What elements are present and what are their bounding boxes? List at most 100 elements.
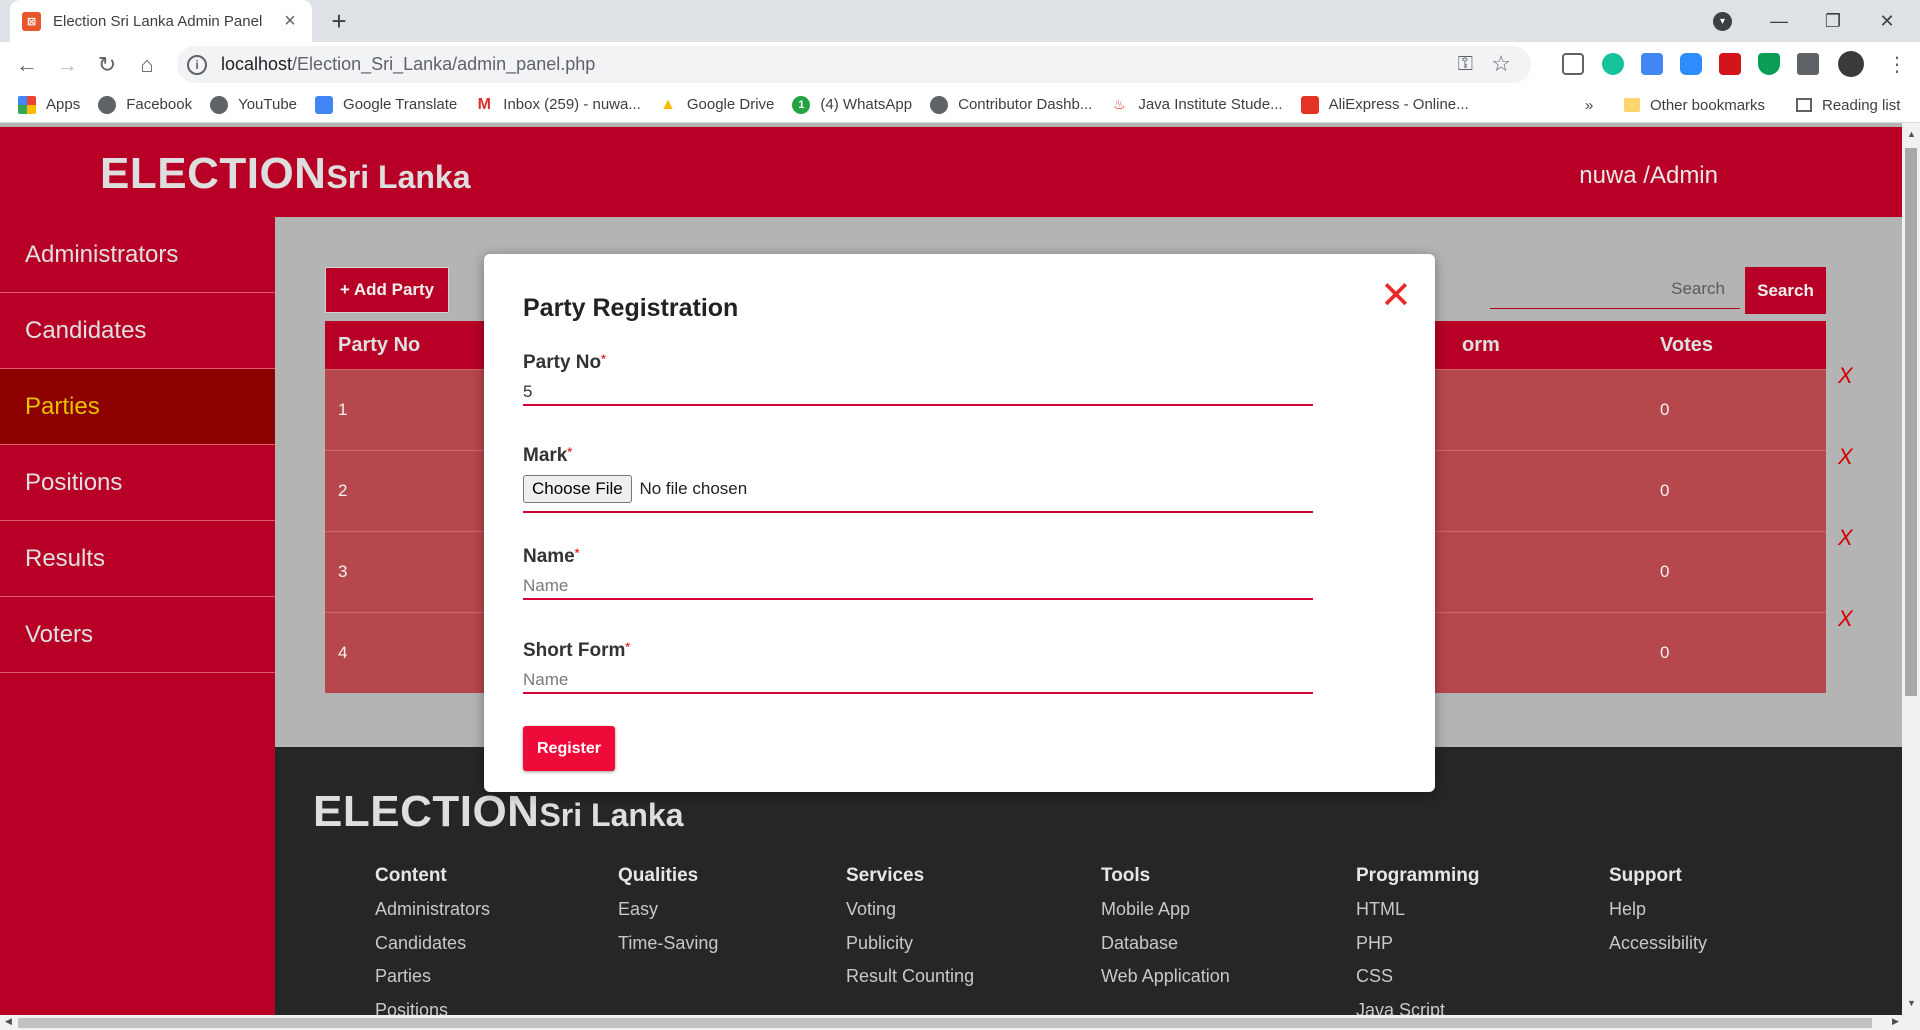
home-icon[interactable]: ⌂ — [130, 48, 164, 82]
modal-title: Party Registration — [523, 294, 739, 322]
column-header-party-no: Party No — [338, 333, 421, 356]
url-text: localhost/Election_Sri_Lanka/admin_panel… — [221, 54, 596, 74]
tab-search-icon[interactable]: ▾ — [1713, 12, 1732, 31]
bookmarks-bar: Apps Facebook YouTube Google Translate M… — [0, 87, 1920, 123]
footer-link[interactable]: Positions — [375, 1000, 490, 1016]
address-bar[interactable]: i localhost/Election_Sri_Lanka/admin_pan… — [177, 46, 1531, 83]
scroll-up-icon[interactable]: ▲ — [1907, 129, 1916, 139]
vertical-scroll-thumb[interactable] — [1905, 148, 1917, 696]
votes-cell: 0 — [1660, 481, 1670, 500]
sidebar-item-candidates[interactable]: Candidates — [0, 293, 275, 369]
footer-link[interactable]: Help — [1609, 899, 1707, 933]
footer-link[interactable]: Time-Saving — [618, 933, 718, 967]
reload-icon[interactable]: ↻ — [90, 48, 124, 82]
shield-extension-icon[interactable] — [1758, 53, 1780, 75]
sidebar-item-voters[interactable]: Voters — [0, 597, 275, 673]
delete-row-icon[interactable]: X — [1838, 606, 1853, 632]
bookmark-star-icon[interactable]: ☆ — [1491, 51, 1511, 77]
bookmark-item[interactable]: ▲ Google Drive — [658, 95, 774, 114]
aliexpress-icon — [1300, 95, 1319, 114]
other-bookmarks[interactable]: Other bookmarks — [1624, 87, 1765, 123]
scroll-down-icon[interactable]: ▼ — [1907, 998, 1916, 1008]
sidebar-item-results[interactable]: Results — [0, 521, 275, 597]
translate-extension-icon[interactable] — [1641, 53, 1663, 75]
footer-link[interactable]: Java Script — [1356, 1000, 1480, 1016]
footer-link[interactable]: Candidates — [375, 933, 490, 967]
apps-grid-icon — [18, 95, 36, 114]
close-icon[interactable]: ✕ — [1380, 273, 1412, 318]
delete-row-icon[interactable]: X — [1838, 444, 1853, 470]
bookmark-item[interactable]: AliExpress - Online... — [1300, 95, 1469, 114]
footer-link[interactable]: Publicity — [846, 933, 974, 967]
footer-link[interactable]: Database — [1101, 933, 1230, 967]
footer-column-tools: Tools Mobile App Database Web Applicatio… — [1101, 865, 1230, 1000]
browser-menu-icon[interactable]: ⋮ — [1880, 48, 1914, 82]
footer-link[interactable]: Parties — [375, 966, 490, 1000]
footer-link[interactable]: PHP — [1356, 933, 1480, 967]
mark-field: Mark* Choose File No file chosen — [523, 445, 1313, 513]
bookmark-item[interactable]: Facebook — [98, 95, 192, 114]
scroll-left-icon[interactable]: ◀ — [5, 1016, 12, 1027]
footer-link[interactable]: CSS — [1356, 966, 1480, 1000]
back-icon[interactable]: ← — [10, 48, 44, 82]
site-logo[interactable]: ELECTIONSri Lanka — [100, 149, 471, 199]
bookmark-item[interactable]: Google Translate — [315, 95, 457, 114]
globe-icon — [98, 95, 117, 114]
more-bookmarks-icon[interactable]: » — [1585, 87, 1593, 123]
extensions-puzzle-icon[interactable] — [1797, 53, 1819, 75]
scroll-right-icon[interactable]: ▶ — [1892, 1016, 1899, 1027]
footer-column-services: Services Voting Publicity Result Countin… — [846, 865, 974, 1000]
footer-link[interactable]: Accessibility — [1609, 933, 1707, 967]
bookmark-item[interactable]: Contributor Dashb... — [930, 95, 1092, 114]
footer-link[interactable]: Mobile App — [1101, 899, 1230, 933]
browser-tab[interactable]: ⊠ Election Sri Lanka Admin Panel × — [10, 0, 312, 42]
footer-link[interactable]: Administrators — [375, 899, 490, 933]
globe-icon — [210, 95, 229, 114]
delete-row-icon[interactable]: X — [1838, 363, 1853, 389]
votes-cell: 0 — [1660, 643, 1670, 662]
bookmark-item[interactable]: M Inbox (259) - nuwa... — [475, 95, 641, 114]
whatsapp-icon: 1 — [792, 95, 811, 114]
profile-avatar[interactable] — [1838, 51, 1864, 77]
bookmark-item[interactable]: 1 (4) WhatsApp — [792, 95, 912, 114]
minimize-icon[interactable]: — — [1756, 4, 1802, 38]
maximize-icon[interactable]: ❐ — [1810, 4, 1856, 38]
new-tab-icon[interactable]: + — [324, 6, 354, 36]
horizontal-scroll-thumb[interactable] — [18, 1018, 1872, 1028]
bookmark-item[interactable]: ♨ Java Institute Stude... — [1110, 95, 1283, 114]
window-close-icon[interactable]: ✕ — [1864, 4, 1910, 38]
reader-extension-icon[interactable] — [1562, 53, 1584, 75]
bookmark-item[interactable]: YouTube — [210, 95, 297, 114]
site-info-icon[interactable]: i — [187, 54, 207, 75]
footer-link[interactable]: Web Application — [1101, 966, 1230, 1000]
add-party-button[interactable]: + Add Party — [325, 267, 449, 313]
bookmark-item[interactable]: Apps — [18, 95, 80, 114]
party-no-input[interactable]: 5 — [523, 382, 1313, 406]
choose-file-button[interactable]: Choose File — [523, 475, 632, 503]
footer-link[interactable]: Easy — [618, 899, 718, 933]
delete-row-icon[interactable]: X — [1838, 525, 1853, 551]
register-button[interactable]: Register — [523, 726, 615, 771]
search-input[interactable]: Search — [1490, 269, 1740, 309]
column-header-votes: Votes — [1660, 333, 1713, 356]
sidebar-item-administrators[interactable]: Administrators — [0, 217, 275, 293]
sidebar-item-positions[interactable]: Positions — [0, 445, 275, 521]
grammarly-extension-icon[interactable] — [1602, 53, 1624, 75]
footer-link[interactable]: Result Counting — [846, 966, 974, 1000]
tab-close-icon[interactable]: × — [280, 10, 300, 33]
footer-link[interactable]: Voting — [846, 899, 974, 933]
sidebar-item-parties[interactable]: Parties — [0, 369, 275, 445]
short-form-field: Short Form* Name — [523, 640, 1313, 694]
forward-icon[interactable]: → — [50, 48, 84, 82]
zoom-extension-icon[interactable] — [1680, 53, 1702, 75]
pdf-extension-icon[interactable] — [1719, 53, 1741, 75]
name-input[interactable]: Name — [523, 576, 1313, 600]
footer-link[interactable]: HTML — [1356, 899, 1480, 933]
xampp-favicon-icon: ⊠ — [22, 11, 41, 31]
horizontal-scrollbar[interactable]: ◀ ▶ — [0, 1015, 1920, 1030]
reading-list[interactable]: Reading list — [1796, 87, 1900, 123]
password-key-icon[interactable]: ⚿ — [1458, 53, 1473, 76]
search-button[interactable]: Search — [1745, 267, 1826, 314]
vertical-scrollbar[interactable]: ▲ ▼ — [1902, 123, 1920, 1015]
short-form-input[interactable]: Name — [523, 670, 1313, 694]
